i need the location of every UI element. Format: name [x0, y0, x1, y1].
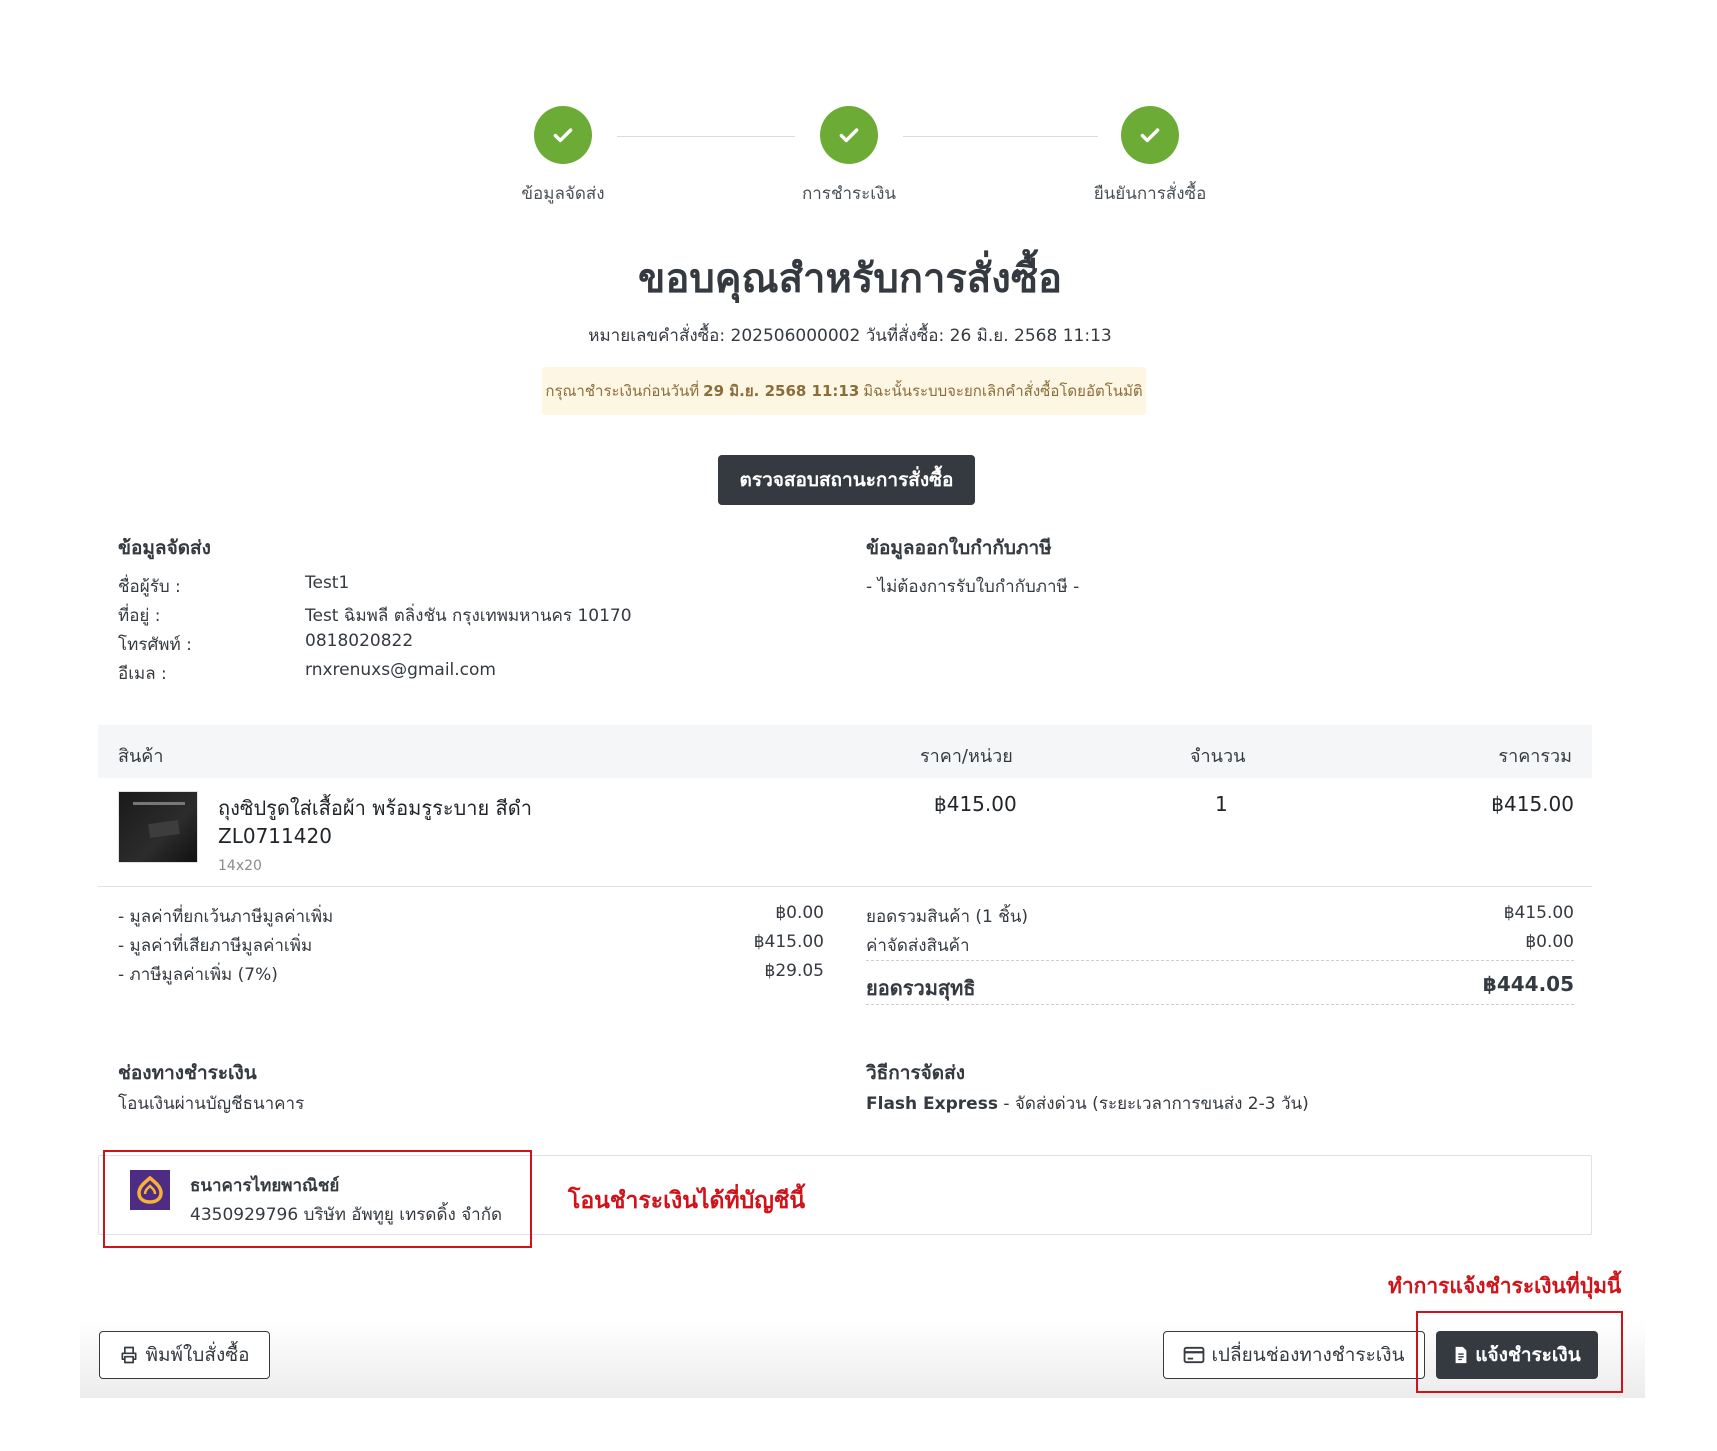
product-thumbnail	[118, 791, 198, 863]
check-icon	[553, 128, 573, 143]
email-label: อีเมล :	[118, 664, 167, 684]
tax-invoice-value: - ไม่ต้องการรับใบกำกับภาษี -	[866, 577, 1080, 597]
product-qty: 1	[1215, 792, 1228, 816]
notice-deadline: 29 มิ.ย. 2568 11:13	[703, 382, 860, 400]
col-total: ราคารวม	[1498, 746, 1572, 767]
step-done-circle	[1121, 106, 1179, 164]
summary-divider-bottom	[866, 1004, 1574, 1005]
vat-amount-value: ฿29.05	[764, 961, 824, 981]
col-product: สินค้า	[118, 746, 164, 767]
product-variant: 14x20	[218, 858, 262, 874]
payment-channel-heading: ช่องทางชำระเงิน	[118, 1062, 257, 1084]
change-payment-button[interactable]: เปลี่ยนช่องทางชำระเงิน	[1163, 1331, 1425, 1379]
delivery-method-heading: วิธีการจัดส่ง	[866, 1062, 965, 1084]
notice-text-after: มิฉะนั้นระบบจะยกเลิกคำสั่งซื้อโดยอัตโนมั…	[863, 382, 1143, 400]
address-label: ที่อยู่ :	[118, 606, 161, 626]
page-title: ขอบคุณสำหรับการสั่งซื้อ	[637, 256, 1063, 302]
subtotal-value: ฿415.00	[1503, 903, 1574, 923]
change-payment-label: เปลี่ยนช่องทางชำระเงิน	[1211, 1344, 1405, 1366]
order-meta: หมายเลขคำสั่งซื้อ: 202506000002 วันที่สั…	[588, 326, 1112, 346]
vat-taxable-label: - มูลค่าที่เสียภาษีมูลค่าเพิ่ม	[118, 936, 313, 956]
delivery-method: Flash Express - จัดส่งด่วน (ระยะเวลาการข…	[866, 1090, 1309, 1117]
address-value: Test ฉิมพลี ตลิ่งชัน กรุงเทพมหานคร 10170	[305, 606, 632, 626]
recipient-label: ชื่อผู้รับ :	[118, 577, 181, 597]
payment-method: โอนเงินผ่านบัญชีธนาคาร	[118, 1094, 305, 1114]
phone-label: โทรศัพท์ :	[118, 635, 192, 655]
shipping-fee-label: ค่าจัดส่งสินค้า	[866, 936, 970, 956]
print-order-label: พิมพ์ใบสั่งซื้อ	[145, 1344, 250, 1366]
check-icon	[1140, 128, 1160, 143]
col-unit-price: ราคา/หน่วย	[920, 746, 1013, 767]
vat-exempt-value: ฿0.00	[775, 903, 824, 923]
vat-amount-label: - ภาษีมูลค่าเพิ่ม (7%)	[118, 965, 278, 985]
recipient-value: Test1	[305, 573, 350, 593]
subtotal-label: ยอดรวมสินค้า (1 ชิ้น)	[866, 907, 1029, 927]
step-confirm: ยืนยันการสั่งซื้อ	[1050, 106, 1250, 207]
product-name: ถุงซิปรูดใส่เสื้อผ้า พร้อมรูระบาย สีดำ	[218, 796, 532, 820]
notify-button-highlight-box	[1416, 1311, 1623, 1393]
shipping-fee-value: ฿0.00	[1525, 932, 1574, 952]
step-label: ข้อมูลจัดส่ง	[521, 184, 605, 204]
printer-icon	[121, 1346, 137, 1364]
step-shipping: ข้อมูลจัดส่ง	[463, 106, 663, 207]
product-unit-price: ฿415.00	[934, 792, 1017, 816]
delivery-carrier: Flash Express	[866, 1094, 998, 1114]
vat-taxable-value: ฿415.00	[753, 932, 824, 952]
vat-exempt-label: - มูลค่าที่ยกเว้นภาษีมูลค่าเพิ่ม	[118, 907, 334, 927]
check-order-status-button[interactable]: ตรวจสอบสถานะการสั่งซื้อ	[718, 455, 975, 505]
step-payment: การชำระเงิน	[749, 106, 949, 207]
table-header: สินค้า ราคา/หน่วย จำนวน ราคารวม	[98, 725, 1592, 778]
net-total-label: ยอดรวมสุทธิ	[866, 976, 976, 1000]
table-divider	[98, 886, 1592, 887]
payment-deadline-notice: กรุณาชำระเงินก่อนวันที่ 29 มิ.ย. 2568 11…	[542, 367, 1146, 415]
button-annotation: ทำการแจ้งชำระเงินที่ปุ่มนี้	[1388, 1274, 1622, 1298]
delivery-detail: - จัดส่งด่วน (ระยะเวลาการขนส่ง 2-3 วัน)	[997, 1094, 1309, 1114]
bank-highlight-box	[103, 1150, 532, 1248]
credit-card-icon	[1184, 1346, 1205, 1364]
step-done-circle	[534, 106, 592, 164]
net-total-value: ฿444.05	[1482, 972, 1574, 996]
step-label: การชำระเงิน	[801, 184, 897, 204]
product-total: ฿415.00	[1491, 792, 1574, 816]
product-sku: ZL0711420	[218, 824, 332, 848]
summary-divider	[866, 960, 1574, 961]
print-order-button[interactable]: พิมพ์ใบสั่งซื้อ	[99, 1331, 270, 1379]
check-icon	[839, 128, 859, 143]
tax-invoice-heading: ข้อมูลออกใบกำกับภาษี	[866, 537, 1052, 559]
col-qty: จำนวน	[1190, 746, 1246, 767]
step-label: ยืนยันการสั่งซื้อ	[1093, 184, 1207, 204]
step-done-circle	[820, 106, 878, 164]
email-value: rnxrenuxs@gmail.com	[305, 660, 496, 680]
notice-text-before: กรุณาชำระเงินก่อนวันที่	[545, 382, 700, 400]
shipping-heading: ข้อมูลจัดส่ง	[118, 537, 211, 559]
order-confirmation-page: ข้อมูลจัดส่ง การชำระเงิน ยืนยันการสั่งซื…	[0, 0, 1717, 1451]
bank-annotation: โอนชำระเงินได้ที่บัญชีนี้	[568, 1188, 806, 1214]
phone-value: 0818020822	[305, 631, 414, 651]
